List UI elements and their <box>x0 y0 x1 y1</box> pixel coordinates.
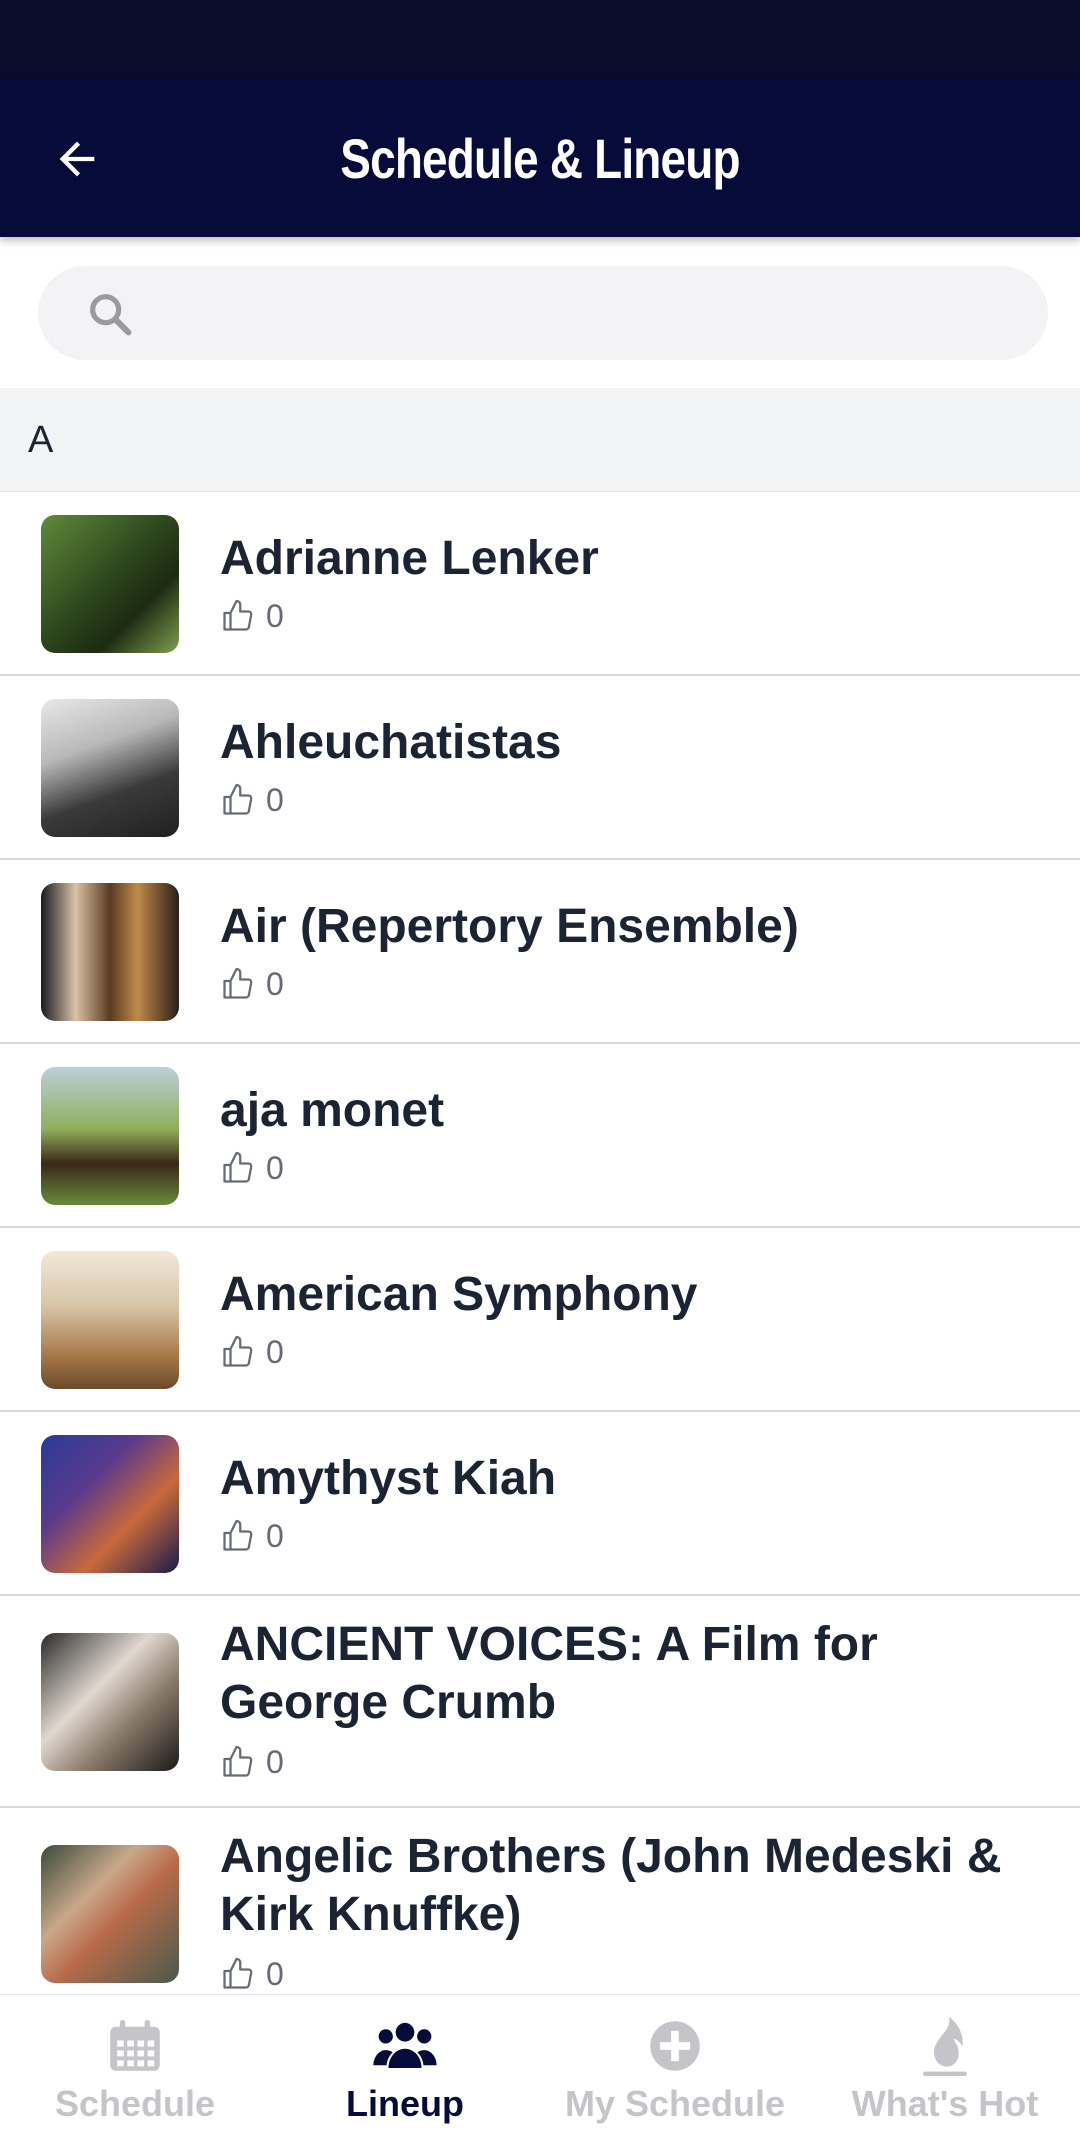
like-count[interactable]: 0 <box>220 596 284 636</box>
like-count[interactable]: 0 <box>220 1742 284 1782</box>
list-item[interactable]: Ahleuchatistas 0 <box>0 676 1080 860</box>
list-item[interactable]: American Symphony 0 <box>0 1228 1080 1412</box>
like-count-value: 0 <box>266 1743 284 1780</box>
list-item[interactable]: Amythyst Kiah 0 <box>0 1412 1080 1596</box>
like-count-value: 0 <box>266 781 284 818</box>
like-count-value: 0 <box>266 1955 284 1992</box>
section-letter: A <box>28 419 54 461</box>
status-bar <box>0 0 1080 80</box>
artist-name: American Symphony <box>220 1268 698 1321</box>
list-item[interactable]: ANCIENT VOICES: A Film for George Crumb … <box>0 1596 1080 1808</box>
like-count-value: 0 <box>266 1149 284 1186</box>
artist-name: Amythyst Kiah <box>220 1452 557 1505</box>
like-count[interactable]: 0 <box>220 1954 284 1994</box>
calendar-icon <box>110 2019 160 2071</box>
artist-photo <box>41 515 179 653</box>
artist-name: aja monet <box>220 1084 445 1137</box>
thumbs-up-icon <box>223 1957 253 1989</box>
artist-photo <box>41 1435 179 1573</box>
group-icon <box>373 2022 437 2068</box>
thumbs-up-icon <box>223 1745 253 1777</box>
tab-lineup[interactable]: Lineup <box>270 1995 540 2148</box>
thumbs-up-icon <box>223 599 253 631</box>
artist-name: Ahleuchatistas <box>220 716 562 769</box>
artist-name: Air (Repertory Ensemble) <box>220 900 799 953</box>
like-count-value: 0 <box>266 597 284 634</box>
artist-name: ANCIENT VOICES: A Film for George Crumb <box>220 1618 878 1729</box>
app-bar: Schedule & Lineup <box>0 80 1080 237</box>
list-item[interactable]: Air (Repertory Ensemble) 0 <box>0 860 1080 1044</box>
back-arrow-icon <box>59 141 95 177</box>
flame-icon <box>923 2017 967 2076</box>
artist-name: Adrianne Lenker <box>220 532 599 585</box>
like-count[interactable]: 0 <box>220 1148 284 1188</box>
artist-name: Angelic Brothers (John Medeski & Kirk Kn… <box>220 1830 1002 1941</box>
section-header: A <box>0 388 1080 492</box>
artist-photo <box>41 1845 179 1983</box>
thumbs-up-icon <box>223 967 253 999</box>
artist-photo <box>41 1633 179 1771</box>
like-count[interactable]: 0 <box>220 1332 284 1372</box>
list-item[interactable]: Adrianne Lenker 0 <box>0 492 1080 676</box>
like-count[interactable]: 0 <box>220 964 284 1004</box>
search-bar[interactable] <box>38 266 1048 360</box>
like-count[interactable]: 0 <box>220 780 284 820</box>
page-title: Schedule & Lineup <box>340 127 740 190</box>
list-item[interactable]: aja monet 0 <box>0 1044 1080 1228</box>
plus-circle-icon <box>650 2021 700 2071</box>
thumbs-up-icon <box>223 1335 253 1367</box>
artist-photo <box>41 883 179 1021</box>
thumbs-up-icon <box>223 1519 253 1551</box>
artist-photo <box>41 1067 179 1205</box>
search-input[interactable] <box>158 266 1018 360</box>
thumbs-up-icon <box>223 1151 253 1183</box>
artist-photo <box>41 1251 179 1389</box>
tab-label: My Schedule <box>564 2083 786 2124</box>
tab-whats-hot[interactable]: What's Hot <box>810 1995 1080 2148</box>
tab-my-schedule[interactable]: My Schedule <box>540 1995 810 2148</box>
thumbs-up-icon <box>223 783 253 815</box>
tab-label: Lineup <box>346 2083 464 2124</box>
tab-schedule[interactable]: Schedule <box>0 1995 270 2148</box>
tab-label: What's Hot <box>851 2083 1039 2124</box>
list-item[interactable]: Angelic Brothers (John Medeski & Kirk Kn… <box>0 1808 1080 2020</box>
like-count-value: 0 <box>266 1517 284 1554</box>
bottom-tab-bar: Schedule Lineup My Schedule What's Hot <box>0 1994 1080 2148</box>
like-count[interactable]: 0 <box>220 1516 284 1556</box>
artist-photo <box>41 699 179 837</box>
like-count-value: 0 <box>266 965 284 1002</box>
search-icon <box>90 294 132 336</box>
tab-label: Schedule <box>54 2083 216 2124</box>
like-count-value: 0 <box>266 1333 284 1370</box>
